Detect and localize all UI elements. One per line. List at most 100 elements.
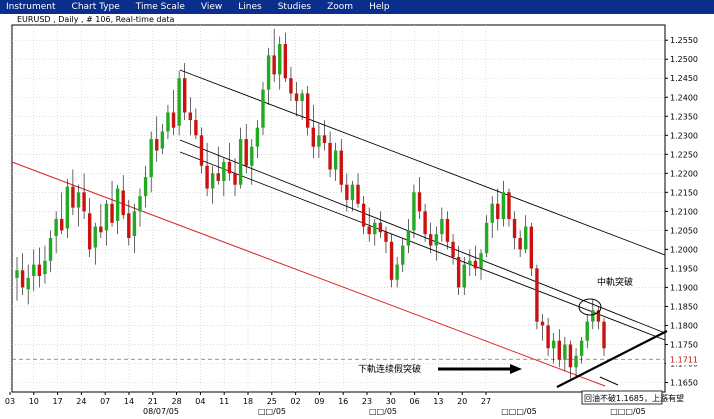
candle-body [65,186,70,229]
candle-body [15,270,19,278]
candle-body [317,135,321,147]
candle-body [551,340,556,349]
candle-body [507,192,511,219]
y-tick-label: 1.1800 [670,321,698,330]
menu-view[interactable]: View [195,0,232,14]
x-tick-label: 09 [314,397,324,406]
x-tick-label: 11 [219,397,229,406]
candle-body [26,277,30,290]
x-tick-label: 18 [243,397,253,406]
candle-body [540,321,545,326]
y-tick-label: 1.2550 [670,36,698,45]
current-price-label: 1.1711 [670,355,698,364]
candle-body [294,93,299,102]
candle-body [43,260,47,275]
candle-body [322,135,327,143]
candle-body [462,264,466,288]
candle-body [76,192,81,208]
candle-body [104,203,109,231]
menu-time-scale[interactable]: Time Scale [130,0,195,14]
candle-body [568,344,573,368]
candle-body [222,161,226,181]
candle-body [434,234,438,246]
candle-body [266,55,271,90]
candle-body [149,139,153,178]
candle-body [490,203,494,223]
candle-body [473,260,478,269]
y-tick-label: 1.2250 [670,150,698,159]
candle-body [93,226,97,248]
annotation-support-hold: 回油不破1.1685，上漲有望 [584,393,684,403]
menu-studies[interactable]: Studies [272,0,321,14]
x-month-label: □□/05 [369,407,397,416]
x-tick-label: 28 [172,397,182,406]
menu-lines[interactable]: Lines [232,0,271,14]
x-tick-label: 17 [53,397,63,406]
x-tick-label: 25 [267,397,277,406]
menu-chart-type[interactable]: Chart Type [66,0,130,14]
candle-body [384,232,388,242]
candle-body [423,211,427,235]
y-tick-label: 1.2150 [670,188,698,197]
candle-body [121,190,125,216]
candle-body [356,184,360,204]
candle-body [339,150,343,185]
x-tick-label: 03 [5,397,15,406]
y-tick-label: 1.2000 [670,245,698,254]
candle-body [557,340,561,360]
candle-body [602,321,606,349]
candle-body [278,44,282,75]
candle-body [238,139,243,185]
annotation-lower-false-breaks: 下軌连续假突破 [358,363,421,375]
x-tick-label: 14 [124,397,134,406]
candle-body [406,230,411,246]
candle-body [328,142,332,170]
candle-body [127,213,131,238]
x-tick-label: 07 [100,397,110,406]
y-tick-label: 1.1900 [670,283,698,292]
candle-body [177,78,181,126]
candle-body [389,241,394,280]
x-tick-label: 20 [457,397,467,406]
candle-body [367,226,371,235]
candle-body [283,44,288,79]
candle-body [227,161,232,174]
x-tick-label: 13 [433,397,443,406]
candle-body [445,218,450,242]
menu-instrument[interactable]: Instrument [0,0,66,14]
candle-body [244,139,248,166]
candle-body [524,226,528,250]
candle-body [451,241,455,257]
price-chart[interactable]: 1.2550 1.2500 1.2450 1.2400 1.2350 1.2300 1.22… [0,14,714,419]
x-tick-label: 30 [386,397,396,406]
y-tick-label: 1.2100 [670,207,698,216]
candle-body [574,355,578,368]
menu-help[interactable]: Help [363,0,400,14]
candle-body [333,150,338,170]
x-tick-label: 04 [195,397,205,406]
candle-body [529,226,534,269]
candle-body [115,188,120,221]
candle-body [361,203,366,227]
candle-body [194,120,198,136]
candle-body [143,177,148,197]
candle-body [132,211,137,237]
candle-body [216,173,220,181]
candle-body [160,131,165,149]
y-tick-label: 1.2050 [670,226,698,235]
candle-body [99,226,103,233]
y-tick-label: 1.2300 [670,131,698,140]
candle-body [54,218,58,237]
candle-body [205,165,209,189]
menu-bar: Instrument Chart Type Time Scale View Lines S… [0,0,714,14]
x-tick-label: 21 [148,397,158,406]
annotation-midline-breakout: 中軌突破 [597,276,633,288]
candle-body [311,127,315,147]
menu-zoom[interactable]: Zoom [321,0,363,14]
candle-body [48,237,53,261]
y-tick-label: 1.1850 [670,302,698,311]
candle-body [563,344,567,360]
candle-body [373,222,377,235]
candle-body [428,234,433,246]
candle-body [306,93,310,128]
